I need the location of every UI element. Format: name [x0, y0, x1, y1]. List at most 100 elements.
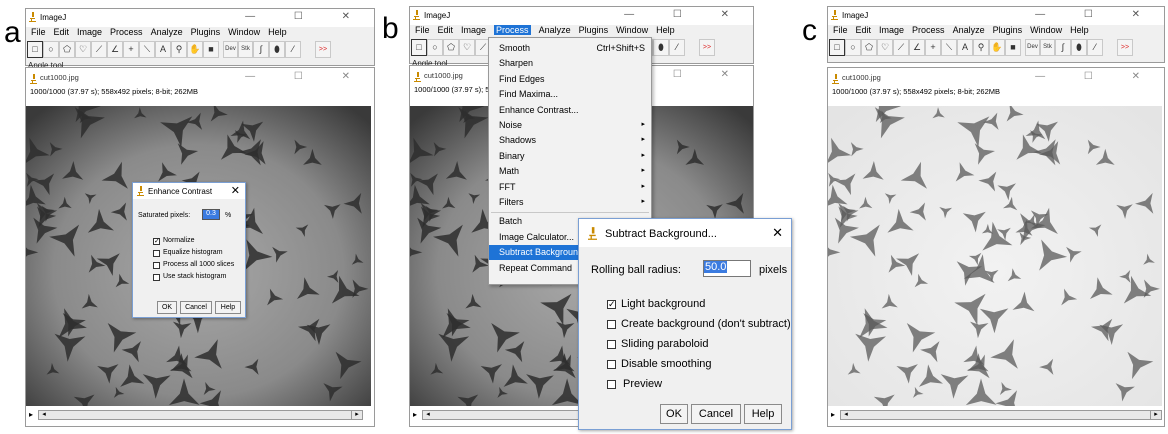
menu-file[interactable]: File [833, 25, 848, 35]
stk-icon[interactable]: Stk [1040, 39, 1055, 56]
checkbox[interactable] [153, 250, 160, 257]
radius-input[interactable]: 50.0 [703, 260, 751, 277]
window-controls[interactable]: — ☐ ✕ [245, 11, 368, 22]
process-menu-item[interactable]: Shadows ▸ [489, 133, 651, 148]
angle-icon[interactable]: ∠ [909, 39, 925, 56]
angle-icon[interactable]: ∠ [107, 41, 123, 58]
slice-scrollbar[interactable]: ◂ ▸ [840, 410, 1162, 420]
more-tools-icon[interactable]: >> [1117, 39, 1133, 56]
menu-analyze[interactable]: Analyze [953, 25, 985, 35]
oval-icon[interactable]: ○ [845, 39, 861, 56]
point-icon[interactable]: + [123, 41, 139, 58]
menu-window[interactable]: Window [228, 27, 260, 37]
scroll-left-icon[interactable]: ◂ [39, 411, 49, 419]
menu-edit[interactable]: Edit [438, 25, 454, 35]
oval-icon[interactable]: ○ [427, 39, 443, 56]
scroll-right-icon[interactable]: ▸ [1150, 411, 1161, 419]
pencil-icon[interactable]: ⁄ [669, 39, 685, 56]
image-window-controls[interactable]: — ☐ ✕ [245, 71, 368, 82]
process-menu-item[interactable]: FFT ▸ [489, 180, 651, 195]
checkbox[interactable] [607, 380, 616, 389]
checkbox[interactable] [607, 340, 616, 349]
hand-icon[interactable]: ✋ [187, 41, 203, 58]
cancel-button[interactable]: Cancel [691, 404, 741, 424]
play-icon[interactable]: ▸ [29, 410, 33, 419]
window-controls[interactable]: — ☐ ✕ [624, 9, 747, 20]
stk-icon[interactable]: Stk [238, 41, 253, 58]
image-window-controls[interactable]: — ☐ ✕ [1035, 71, 1158, 82]
menu-help[interactable]: Help [656, 25, 675, 35]
color-picker-icon[interactable]: ■ [203, 41, 219, 58]
text-icon[interactable]: A [957, 39, 973, 56]
ok-button[interactable]: OK [660, 404, 688, 424]
help-button[interactable]: Help [744, 404, 782, 424]
help-button[interactable]: Help [215, 301, 241, 314]
checkbox[interactable] [153, 262, 160, 269]
menu-process[interactable]: Process [912, 25, 945, 35]
menu-file[interactable]: File [31, 27, 46, 37]
menu-help[interactable]: Help [1070, 25, 1089, 35]
hand-icon[interactable]: ✋ [989, 39, 1005, 56]
pencil-icon[interactable]: ⁄ [285, 41, 301, 58]
menu-process[interactable]: Process [494, 25, 531, 35]
microscopy-image[interactable] [828, 106, 1162, 406]
process-menu-item[interactable]: Sharpen [489, 56, 651, 71]
checkbox[interactable]: ✓ [153, 238, 160, 245]
menu-window[interactable]: Window [1030, 25, 1062, 35]
menu-process[interactable]: Process [110, 27, 143, 37]
brush-icon[interactable]: ∫ [1055, 39, 1071, 56]
dev-icon[interactable]: Dev [1025, 39, 1040, 56]
process-menu-item[interactable]: Smooth Ctrl+Shift+S [489, 41, 651, 56]
ok-button[interactable]: OK [157, 301, 177, 314]
play-icon[interactable]: ▸ [413, 410, 417, 419]
pencil-icon[interactable]: ⁄ [1087, 39, 1103, 56]
magnifier-icon[interactable]: ⚲ [171, 41, 187, 58]
checkbox[interactable]: ✓ [607, 300, 616, 309]
line-icon[interactable]: ⟋ [91, 41, 107, 58]
dev-icon[interactable]: Dev [223, 41, 238, 58]
more-tools-icon[interactable]: >> [699, 39, 715, 56]
freehand-icon[interactable]: ♡ [877, 39, 893, 56]
rectangle-icon[interactable]: □ [829, 39, 845, 56]
polygon-icon[interactable]: ⬠ [861, 39, 877, 56]
process-menu-item[interactable]: Binary ▸ [489, 149, 651, 164]
window-controls[interactable]: — ☐ ✕ [1035, 9, 1158, 20]
menu-window[interactable]: Window [616, 25, 648, 35]
scroll-right-icon[interactable]: ▸ [351, 411, 362, 419]
wand-icon[interactable]: ⟍ [941, 39, 957, 56]
polygon-icon[interactable]: ⬠ [443, 39, 459, 56]
menu-plugins[interactable]: Plugins [993, 25, 1023, 35]
brush-icon[interactable]: ∫ [253, 41, 269, 58]
menu-file[interactable]: File [415, 25, 430, 35]
checkbox[interactable] [607, 360, 616, 369]
dropper-icon[interactable]: ⬮ [653, 39, 669, 56]
rectangle-icon[interactable]: □ [27, 41, 43, 58]
menu-image[interactable]: Image [77, 27, 102, 37]
magnifier-icon[interactable]: ⚲ [973, 39, 989, 56]
menu-help[interactable]: Help [268, 27, 287, 37]
play-icon[interactable]: ▸ [831, 410, 835, 419]
menu-plugins[interactable]: Plugins [191, 27, 221, 37]
scroll-left-icon[interactable]: ◂ [423, 411, 433, 419]
oval-icon[interactable]: ○ [43, 41, 59, 58]
close-icon[interactable]: ✕ [231, 184, 240, 197]
process-menu-item[interactable]: Filters ▸ [489, 195, 651, 210]
slice-scrollbar[interactable]: ◂ ▸ [38, 410, 363, 420]
freehand-icon[interactable]: ♡ [75, 41, 91, 58]
text-icon[interactable]: A [155, 41, 171, 58]
freehand-icon[interactable]: ♡ [459, 39, 475, 56]
point-icon[interactable]: + [925, 39, 941, 56]
checkbox[interactable] [153, 274, 160, 281]
slice-scrollbar[interactable]: ◂ [422, 410, 582, 420]
process-menu-item[interactable]: Find Maxima... [489, 87, 651, 102]
cancel-button[interactable]: Cancel [180, 301, 212, 314]
wand-icon[interactable]: ⟍ [139, 41, 155, 58]
process-menu-item[interactable]: Noise ▸ [489, 118, 651, 133]
menu-analyze[interactable]: Analyze [151, 27, 183, 37]
more-tools-icon[interactable]: >> [315, 41, 331, 58]
menu-image[interactable]: Image [461, 25, 486, 35]
process-menu-item[interactable]: Math ▸ [489, 164, 651, 179]
dropper-icon[interactable]: ⬮ [1071, 39, 1087, 56]
process-menu-item[interactable]: Enhance Contrast... [489, 103, 651, 118]
checkbox[interactable] [607, 320, 616, 329]
